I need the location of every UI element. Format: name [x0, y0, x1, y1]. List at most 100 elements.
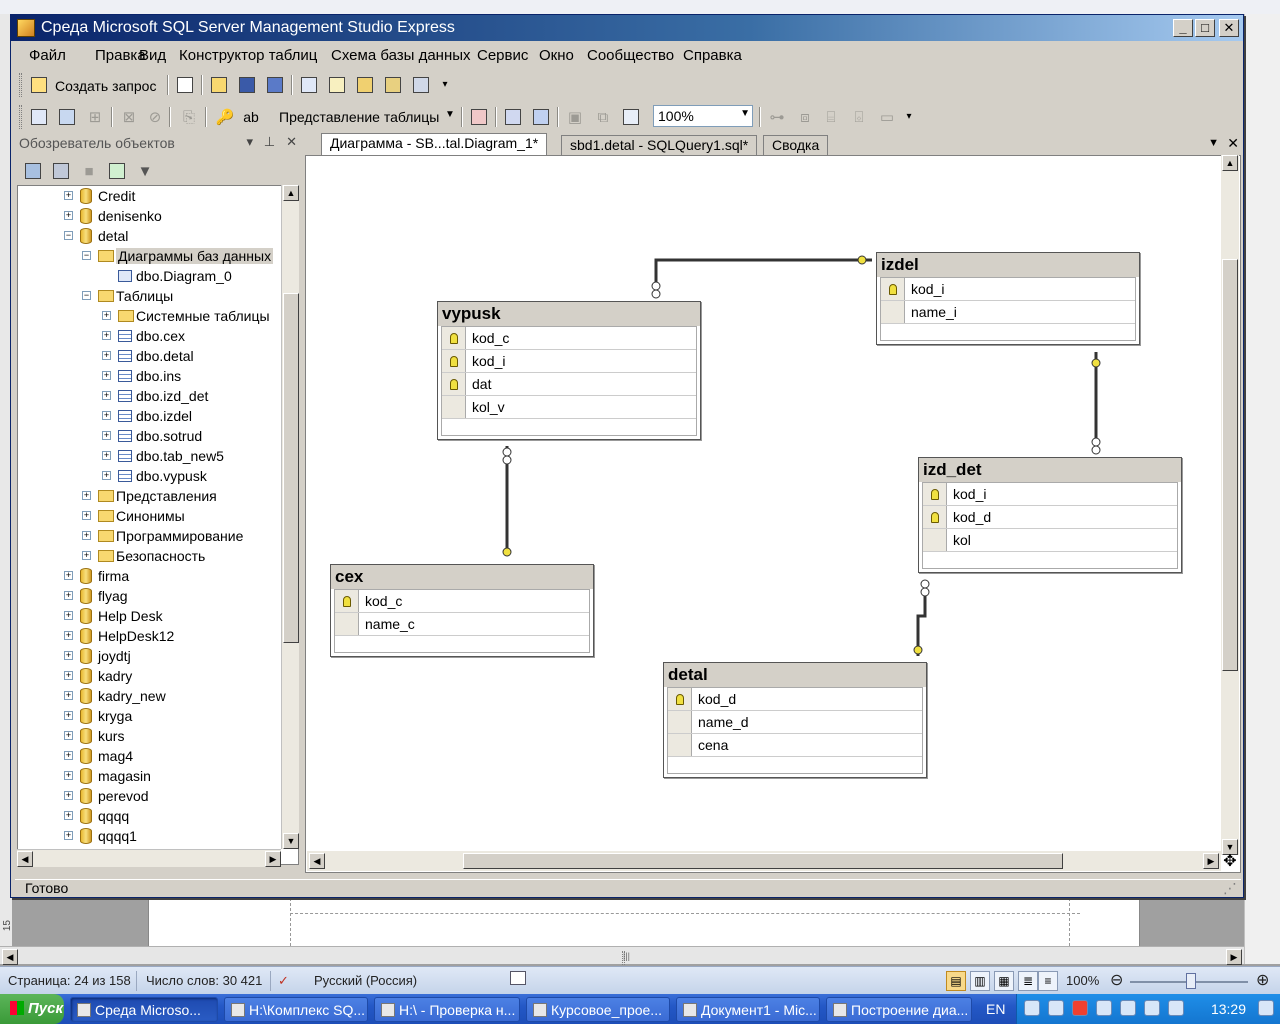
er-column-row[interactable]: kol_v — [442, 396, 696, 419]
menu-item[interactable]: Окно — [539, 47, 574, 64]
scroll-up-icon[interactable]: ▲ — [283, 185, 299, 201]
menu-item[interactable]: Схема базы данных — [331, 47, 471, 64]
disconnect-icon[interactable] — [49, 159, 73, 183]
zoom-dropdown[interactable]: 100% ▼ — [653, 105, 753, 127]
taskbar-button[interactable]: H:\ - Проверка н... — [374, 997, 520, 1022]
er-new-column-row[interactable] — [668, 757, 922, 773]
language-indicator[interactable]: EN — [986, 1001, 1005, 1017]
show-relationship-labels-icon[interactable] — [467, 105, 491, 129]
add-table-icon[interactable] — [55, 105, 79, 129]
scroll-right-icon[interactable]: ▶ — [265, 851, 281, 867]
row-selector[interactable] — [923, 506, 947, 528]
tree-node[interactable]: + dbo.izd_det — [18, 386, 280, 406]
tree-node[interactable]: + dbo.tab_new5 — [18, 446, 280, 466]
web-layout-icon[interactable]: ▦ — [994, 971, 1014, 991]
er-column-row[interactable]: kod_d — [668, 688, 922, 711]
er-column-row[interactable]: kod_d — [923, 506, 1177, 529]
check-constraints-icon[interactable]: ▭ — [875, 105, 899, 129]
row-selector[interactable] — [923, 529, 947, 551]
collapse-icon[interactable]: − — [64, 231, 73, 240]
summary-icon[interactable] — [409, 73, 433, 97]
scroll-left-icon[interactable]: ◀ — [309, 853, 325, 869]
registered-servers-icon[interactable] — [297, 73, 321, 97]
er-new-column-row[interactable] — [442, 419, 696, 435]
ssms-app-icon[interactable] — [17, 19, 35, 37]
word-horizontal-scrollbar[interactable]: ◀ ||| ▶ — [0, 946, 1244, 975]
word-page[interactable] — [148, 898, 1140, 946]
scroll-down-icon[interactable]: ▼ — [283, 833, 299, 849]
er-new-column-row[interactable] — [335, 636, 589, 652]
arrange-selection-icon[interactable]: ⧉ — [591, 105, 615, 129]
save-icon[interactable] — [235, 73, 259, 97]
taskbar-button[interactable]: H:\Комплекс SQ... — [224, 997, 368, 1022]
expand-icon[interactable]: + — [64, 831, 73, 840]
er-column-row[interactable]: kol — [923, 529, 1177, 552]
chevron-down-icon[interactable]: ▼ — [445, 109, 455, 120]
dropdown-icon[interactable]: ▾ — [247, 134, 254, 149]
close-panel-icon[interactable]: ✕ — [286, 134, 297, 149]
tree-node[interactable]: + kadry — [18, 666, 280, 686]
er-column-row[interactable]: kod_i — [442, 350, 696, 373]
zoom-in-icon[interactable]: ⊕ — [1256, 970, 1269, 990]
tree-node[interactable]: − Диаграммы баз данных — [18, 246, 280, 266]
row-selector[interactable] — [442, 396, 466, 418]
template-explorer-icon[interactable] — [353, 73, 377, 97]
expand-icon[interactable]: + — [102, 351, 111, 360]
tab-diagram[interactable]: Диаграмма - SB...tal.Diagram_1* — [321, 133, 548, 155]
er-table-title[interactable]: izdel — [877, 253, 1139, 277]
arrange-tables-icon[interactable] — [619, 105, 643, 129]
tree-node[interactable]: + dbo.cex — [18, 326, 280, 346]
er-table-title[interactable]: detal — [664, 663, 926, 687]
expand-icon[interactable]: + — [102, 471, 111, 480]
canvas-horizontal-scrollbar[interactable]: ◀ ▶ — [307, 851, 1221, 871]
row-selector[interactable] — [923, 483, 947, 505]
expand-icon[interactable]: + — [64, 751, 73, 760]
draft-view-icon[interactable]: ≡ — [1038, 971, 1058, 991]
tree-node[interactable]: + Программирование — [18, 526, 280, 546]
menu-item[interactable]: Конструктор таблиц — [179, 47, 317, 64]
table-view-dropdown[interactable]: Представление таблицы — [279, 109, 439, 125]
tree-vertical-scrollbar[interactable]: ▲ ▼ — [281, 185, 299, 849]
connect-icon[interactable] — [21, 159, 45, 183]
toolbar-grip[interactable] — [19, 105, 22, 129]
tab-summary[interactable]: Сводка — [763, 135, 829, 155]
outline-view-icon[interactable]: ≣ — [1018, 971, 1038, 991]
view-page-breaks-icon[interactable] — [501, 105, 525, 129]
er-table-title[interactable]: vypusk — [438, 302, 700, 326]
security-icon[interactable] — [1048, 1000, 1064, 1016]
er-table-izd_det[interactable]: izd_det kod_i kod_d kol — [918, 457, 1182, 573]
expand-icon[interactable]: + — [64, 191, 73, 200]
pan-diagram-icon[interactable]: ✥ — [1221, 853, 1239, 871]
edit-text-icon[interactable]: ab — [239, 105, 263, 129]
menu-item[interactable]: Сервис — [477, 47, 528, 64]
er-column-row[interactable]: name_c — [335, 613, 589, 636]
tree-node[interactable]: + perevod — [18, 786, 280, 806]
tree-node[interactable]: + firma — [18, 566, 280, 586]
scroll-thumb[interactable] — [283, 293, 299, 643]
row-selector[interactable] — [442, 350, 466, 372]
manage-indexes-icon[interactable]: ⧈ — [793, 105, 817, 129]
expand-icon[interactable]: + — [82, 531, 91, 540]
tree-node[interactable]: − detal — [18, 226, 280, 246]
manage-xml-indexes-icon[interactable]: ⌺ — [847, 105, 871, 129]
scroll-up-icon[interactable]: ▲ — [1222, 155, 1238, 171]
tree-node[interactable]: + Системные таблицы — [18, 306, 280, 326]
er-table-izdel[interactable]: izdel kod_i name_i — [876, 252, 1140, 345]
collapse-icon[interactable]: − — [82, 291, 91, 300]
resize-grip-icon[interactable]: ⋰ — [1223, 880, 1237, 897]
network-icon[interactable] — [1024, 1000, 1040, 1016]
delete-table-icon[interactable]: ⊠ — [117, 105, 141, 129]
expand-icon[interactable]: + — [102, 451, 111, 460]
canvas-vertical-scrollbar[interactable]: ▲ ▼ — [1221, 155, 1239, 855]
tree-node[interactable]: + joydtj — [18, 646, 280, 666]
tree-node[interactable]: + dbo.ins — [18, 366, 280, 386]
tree-node[interactable]: + magasin — [18, 766, 280, 786]
sql-server-icon[interactable] — [1120, 1000, 1136, 1016]
save-all-icon[interactable] — [263, 73, 287, 97]
expand-icon[interactable]: + — [64, 211, 73, 220]
tree-node[interactable]: + Синонимы — [18, 506, 280, 526]
tree-node[interactable]: + denisenko — [18, 206, 280, 226]
tree-node[interactable]: + dbo.detal — [18, 346, 280, 366]
tab-sql-query[interactable]: sbd1.detal - SQLQuery1.sql* — [561, 135, 758, 155]
er-column-row[interactable]: kod_c — [335, 590, 589, 613]
